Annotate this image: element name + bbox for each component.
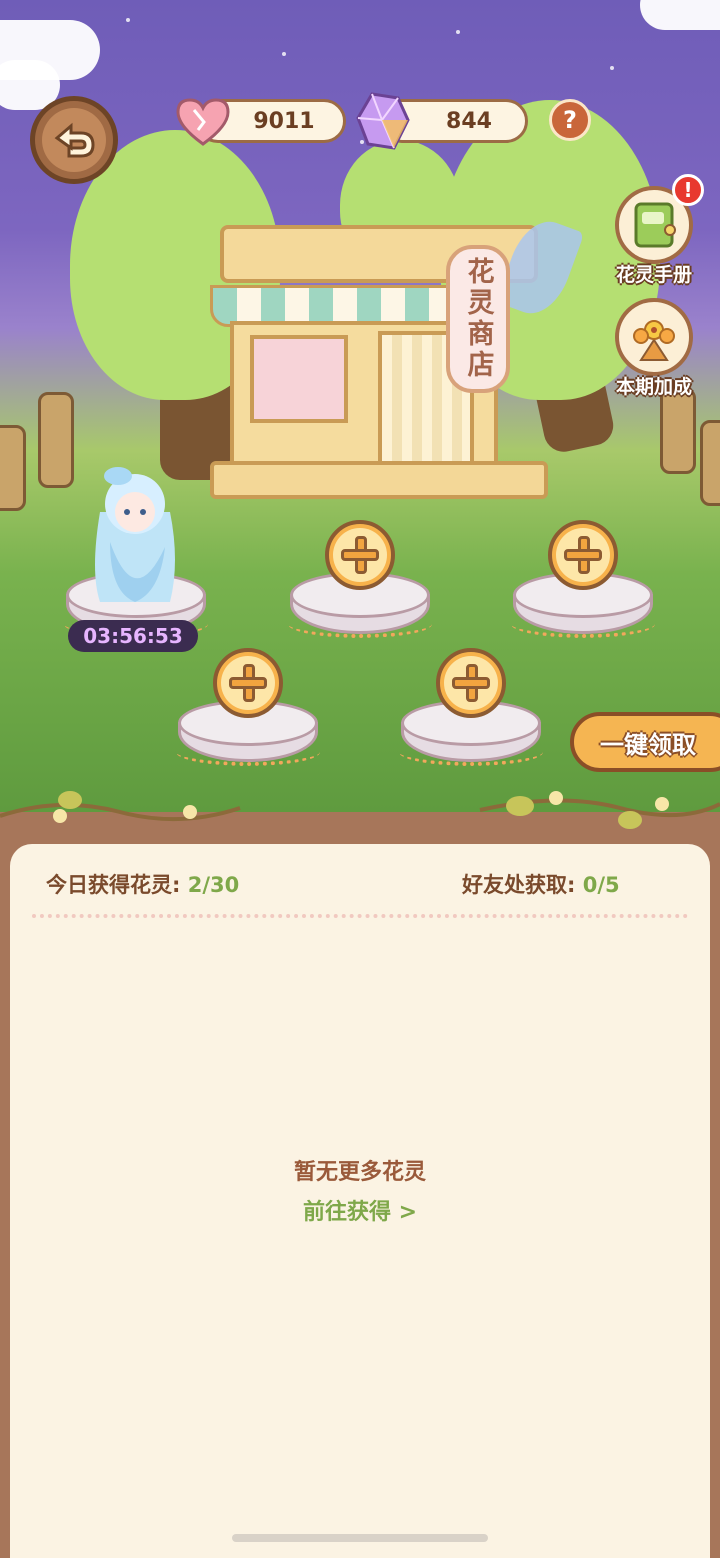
- add-spirit-button[interactable]: [548, 520, 618, 590]
- book-icon: [634, 202, 676, 248]
- flower-fairy-character[interactable]: [80, 452, 190, 612]
- spirit-handbook-button[interactable]: ! 花灵手册: [606, 174, 704, 287]
- plus-icon: [556, 528, 610, 582]
- fence: [0, 425, 26, 511]
- shop-sign: 花灵商店: [446, 245, 510, 393]
- crystals-value: 844: [446, 108, 492, 134]
- star: [126, 18, 130, 22]
- flower-spirit-shop[interactable]: 花灵商店: [210, 212, 585, 499]
- period-bonus-button[interactable]: 本期加成: [606, 298, 702, 399]
- hearts-value: 9011: [253, 108, 315, 134]
- add-spirit-button[interactable]: [325, 520, 395, 590]
- handbook-label: 花灵手册: [615, 264, 692, 286]
- vine-decoration: [0, 791, 720, 829]
- fence: [700, 420, 720, 506]
- home-indicator[interactable]: [232, 1534, 488, 1542]
- empty-message: 暂无更多花灵: [293, 1160, 426, 1185]
- today-value: 2/30: [187, 873, 240, 897]
- alert-badge: !: [672, 174, 704, 206]
- claim-all-button[interactable]: 一键领取: [570, 712, 720, 772]
- star: [456, 30, 460, 34]
- friends-label: 好友处获取:: [462, 873, 576, 897]
- friends-value: 0/5: [582, 873, 620, 897]
- plus-icon: [221, 656, 275, 710]
- friends-obtained-stat: 好友处获取: 0/5: [462, 869, 620, 899]
- help-button[interactable]: ?: [549, 99, 591, 141]
- add-spirit-button[interactable]: [213, 648, 283, 718]
- spirit-timer: 03:56:53: [68, 620, 198, 652]
- bonus-label: 本期加成: [615, 376, 692, 398]
- heart-icon: [176, 98, 230, 146]
- star: [610, 66, 614, 70]
- add-spirit-button[interactable]: [436, 648, 506, 718]
- cloud: [640, 0, 720, 30]
- flower-bouquet-icon: [633, 320, 675, 361]
- shop-window: [250, 335, 348, 423]
- back-arrow-icon: [54, 122, 95, 158]
- plus-icon: [333, 528, 387, 582]
- star: [282, 52, 286, 56]
- plus-icon: [444, 656, 498, 710]
- today-obtained-stat: 今日获得花灵: 2/30: [46, 869, 239, 899]
- go-obtain-link[interactable]: 前往获得 >: [0, 1194, 720, 1226]
- fence: [38, 392, 74, 488]
- shop-step: [210, 461, 548, 499]
- crystal-icon: [356, 92, 410, 150]
- fence: [660, 388, 696, 474]
- back-button[interactable]: [30, 96, 118, 184]
- today-label: 今日获得花灵:: [46, 873, 181, 897]
- dotted-divider: [32, 914, 688, 918]
